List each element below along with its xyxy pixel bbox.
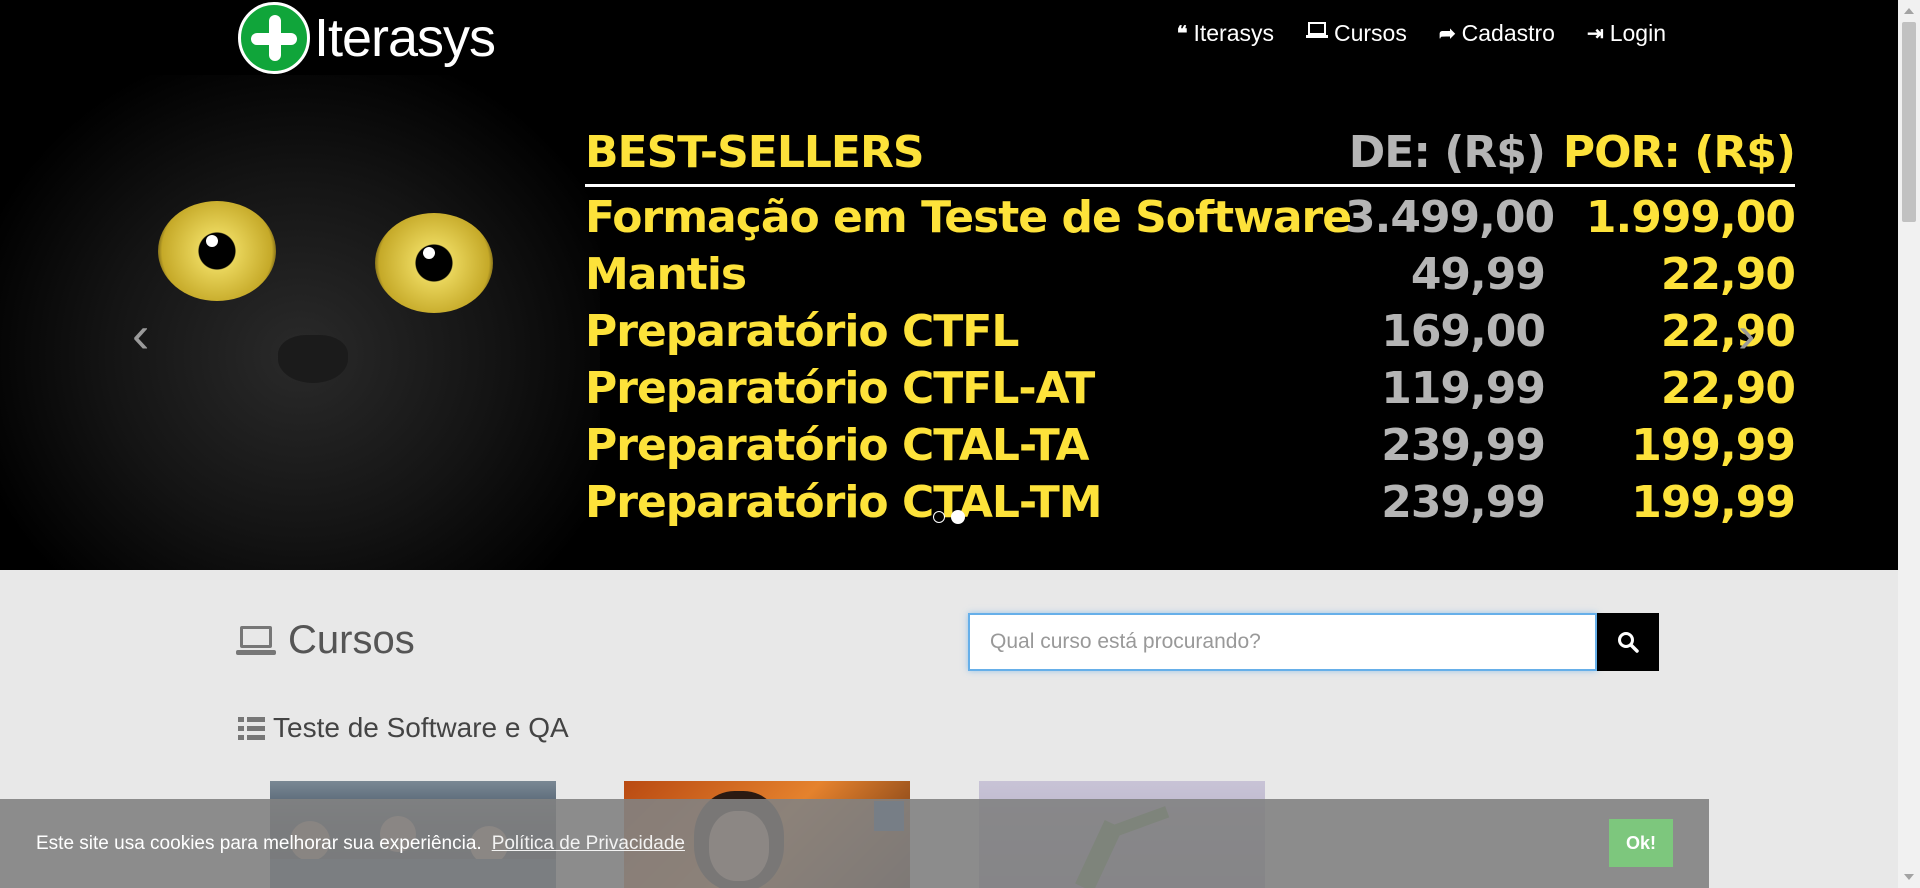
nav-item-label: Cadastro [1461, 20, 1555, 46]
page-scrollbar[interactable] [1898, 0, 1920, 888]
price-to: 199,99 [1631, 420, 1796, 471]
scroll-thumb[interactable] [1902, 22, 1916, 222]
table-row: Preparatório CTFL-AT 119,99 22,90 [585, 360, 1796, 417]
nav-item-label: Cursos [1334, 20, 1407, 46]
category-title: Teste de Software e QA [273, 712, 569, 743]
carousel-indicators [933, 510, 965, 524]
brand-logo[interactable]: Iterasys [238, 2, 496, 74]
table-row: Formação em Teste de Software 3.499,00 1… [585, 189, 1796, 246]
nav-item-label: Iterasys [1193, 20, 1274, 46]
price-to: 22,90 [1660, 249, 1796, 300]
main-nav: ❝ Iterasys Cursos ➦ Cadastro ⇥ Login [1177, 20, 1666, 47]
price-from: 49,99 [1410, 249, 1546, 300]
logo-cross-icon [238, 2, 310, 74]
list-icon [238, 716, 265, 740]
course-name: Preparatório CTFL [585, 306, 1019, 357]
carousel-next-button[interactable]: › [1738, 305, 1755, 365]
search-button[interactable] [1597, 613, 1659, 671]
course-name: Formação em Teste de Software [585, 192, 1352, 243]
table-row: Preparatório CTFL 169,00 22,90 [585, 303, 1796, 360]
course-name: Preparatório CTFL-AT [585, 363, 1095, 414]
header-title: BEST-SELLERS [585, 127, 925, 178]
cookie-ok-button[interactable]: Ok! [1609, 819, 1673, 867]
price-from: 3.499,00 [1345, 192, 1555, 243]
header-from-price: DE: (R$) [1348, 127, 1546, 178]
price-to: 22,90 [1660, 306, 1796, 357]
scroll-up-icon[interactable] [1904, 8, 1914, 14]
brand-name: Iterasys [314, 8, 496, 68]
table-row: Preparatório CTAL-TA 239,99 199,99 [585, 417, 1796, 474]
page-title: Cursos [288, 618, 415, 662]
nav-item-label: Login [1609, 20, 1666, 46]
price-to: 22,90 [1660, 363, 1796, 414]
share-icon: ➦ [1438, 23, 1456, 45]
black-cat-image [0, 75, 600, 570]
search-input[interactable] [968, 613, 1597, 671]
navbar: Iterasys ❝ Iterasys Cursos ➦ Cadastro ⇥ … [0, 0, 1898, 75]
table-row: Mantis 49,99 22,90 [585, 246, 1796, 303]
carousel-prev-button[interactable]: ‹ [132, 305, 149, 365]
nav-item-cadastro[interactable]: ➦ Cadastro [1439, 20, 1555, 47]
nav-item-cursos[interactable]: Cursos [1306, 20, 1407, 47]
chevron-right-icon: › [1738, 306, 1756, 364]
hero-carousel: BEST-SELLERS DE: (R$) POR: (R$) Formação… [0, 75, 1898, 570]
table-row: Preparatório CTAL-TM 239,99 199,99 [585, 474, 1796, 531]
best-sellers-table: BEST-SELLERS DE: (R$) POR: (R$) Formação… [585, 115, 1796, 531]
scroll-down-icon[interactable] [1904, 874, 1914, 880]
header-to-price: POR: (R$) [1562, 127, 1796, 178]
course-name: Mantis [585, 249, 747, 300]
course-name: Preparatório CTAL-TA [585, 420, 1089, 471]
course-name: Preparatório CTAL-TM [585, 477, 1103, 528]
price-from: 239,99 [1381, 477, 1546, 528]
privacy-policy-link[interactable]: Política de Privacidade [492, 833, 685, 855]
nav-item-iterasys[interactable]: ❝ Iterasys [1177, 20, 1274, 47]
price-from: 239,99 [1381, 420, 1546, 471]
cookie-banner: Este site usa cookies para melhorar sua … [0, 799, 1709, 888]
table-header: BEST-SELLERS DE: (R$) POR: (R$) [585, 115, 1796, 187]
cookie-text: Este site usa cookies para melhorar sua … [36, 832, 482, 854]
carousel-indicator-active[interactable] [951, 510, 965, 524]
carousel-indicator[interactable] [933, 511, 945, 523]
category-heading: Teste de Software e QA [238, 712, 569, 744]
price-from: 119,99 [1381, 363, 1546, 414]
nav-item-login[interactable]: ⇥ Login [1587, 20, 1666, 47]
course-search [968, 613, 1659, 671]
search-icon [1618, 632, 1639, 653]
laptop-icon [1306, 21, 1328, 46]
sign-in-icon: ⇥ [1586, 23, 1604, 45]
price-from: 169,00 [1381, 306, 1546, 357]
quote-icon: ❝ [1176, 23, 1188, 45]
price-to: 1.999,00 [1585, 192, 1796, 243]
chevron-left-icon: ‹ [132, 306, 150, 364]
courses-heading: Cursos [236, 618, 415, 663]
laptop-icon [236, 625, 276, 656]
price-to: 199,99 [1631, 477, 1796, 528]
